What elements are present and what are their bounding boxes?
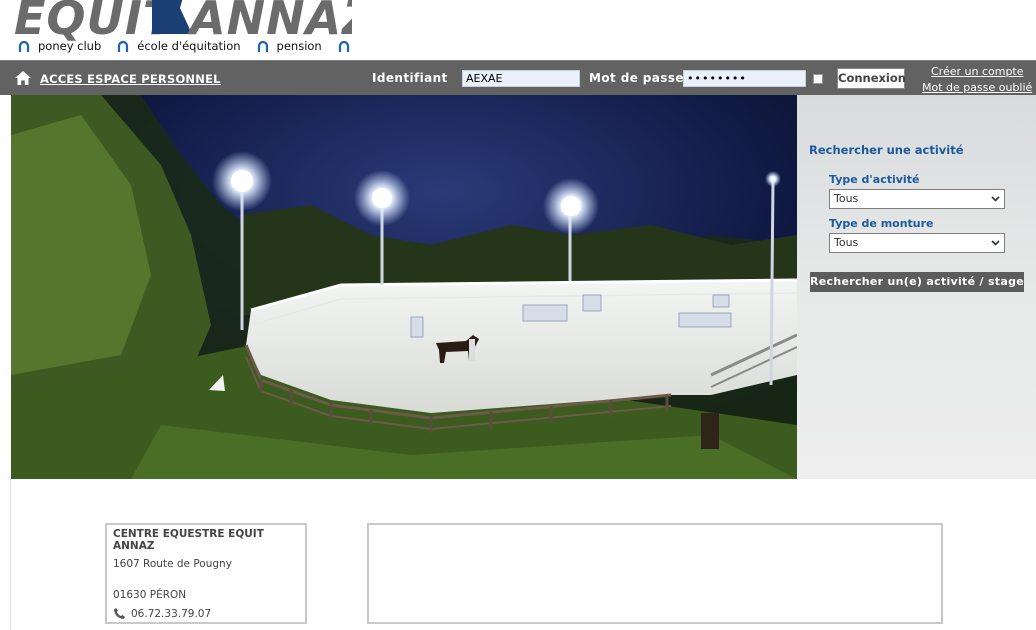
login-bar: ACCES ESPACE PERSONNEL Identifiant AEXAE…: [0, 60, 1036, 95]
identifiant-input[interactable]: AEXAE: [462, 70, 580, 87]
contact-name: CENTRE EQUESTRE EQUIT ANNAZ: [113, 528, 264, 552]
contact-phone[interactable]: 06.72.33.79.07: [131, 608, 211, 620]
site-header: EQUIT ANNAZ poney club école d'équitatio…: [0, 0, 1036, 60]
page: EQUIT ANNAZ poney club école d'équitatio…: [0, 0, 1036, 630]
horseshoe-icon: [257, 40, 268, 52]
tagline: poney club école d'équitation pension: [16, 39, 358, 53]
phone-icon: [114, 608, 125, 619]
divider: [10, 479, 11, 630]
content-box: [367, 523, 943, 624]
search-activity-button[interactable]: Rechercher un(e) activité / stage: [810, 272, 1024, 292]
search-title: Rechercher une activité: [809, 143, 964, 157]
contact-city: 01630 PÉRON: [113, 589, 187, 601]
mount-type-select[interactable]: Tous: [829, 233, 1005, 253]
activity-type-label: Type d'activité: [829, 173, 920, 186]
create-account-link[interactable]: Créer un compte: [931, 65, 1024, 78]
activity-search-panel: Rechercher une activité Type d'activité …: [797, 95, 1036, 479]
mount-type-value: Tous: [834, 236, 859, 249]
tagline-ecole: école d'équitation: [137, 39, 241, 53]
tagline-poney-club: poney club: [38, 39, 102, 53]
chevron-down-icon: [991, 240, 1000, 246]
contact-phone-row: 06.72.33.79.07: [113, 607, 299, 620]
mount-type-label: Type de monture: [829, 217, 934, 230]
identifiant-label: Identifiant: [372, 71, 448, 85]
password-input[interactable]: ••••••••: [683, 70, 806, 87]
activity-type-select[interactable]: Tous: [829, 189, 1005, 209]
arena-illustration: [11, 95, 797, 479]
remember-checkbox[interactable]: [813, 74, 823, 84]
home-icon[interactable]: [14, 70, 32, 86]
horseshoe-icon: [118, 40, 129, 52]
activity-type-value: Tous: [834, 192, 859, 205]
espace-personnel-link[interactable]: ACCES ESPACE PERSONNEL: [40, 72, 221, 86]
contact-address: 1607 Route de Pougny: [113, 558, 232, 570]
site-logo[interactable]: EQUIT ANNAZ: [12, 0, 352, 42]
svg-text:ANNAZ: ANNAZ: [187, 0, 352, 42]
password-label: Mot de passe: [589, 71, 684, 85]
forgot-password-link[interactable]: Mot de passe oublié: [922, 81, 1032, 94]
horseshoe-icon: [18, 40, 30, 52]
connexion-button[interactable]: Connexion: [837, 68, 906, 89]
chevron-down-icon: [991, 196, 1000, 202]
contact-card: CENTRE EQUESTRE EQUIT ANNAZ 1607 Route d…: [105, 523, 307, 624]
horseshoe-icon: [338, 40, 349, 52]
tagline-pension: pension: [276, 39, 322, 53]
hero-photo: [11, 95, 797, 479]
